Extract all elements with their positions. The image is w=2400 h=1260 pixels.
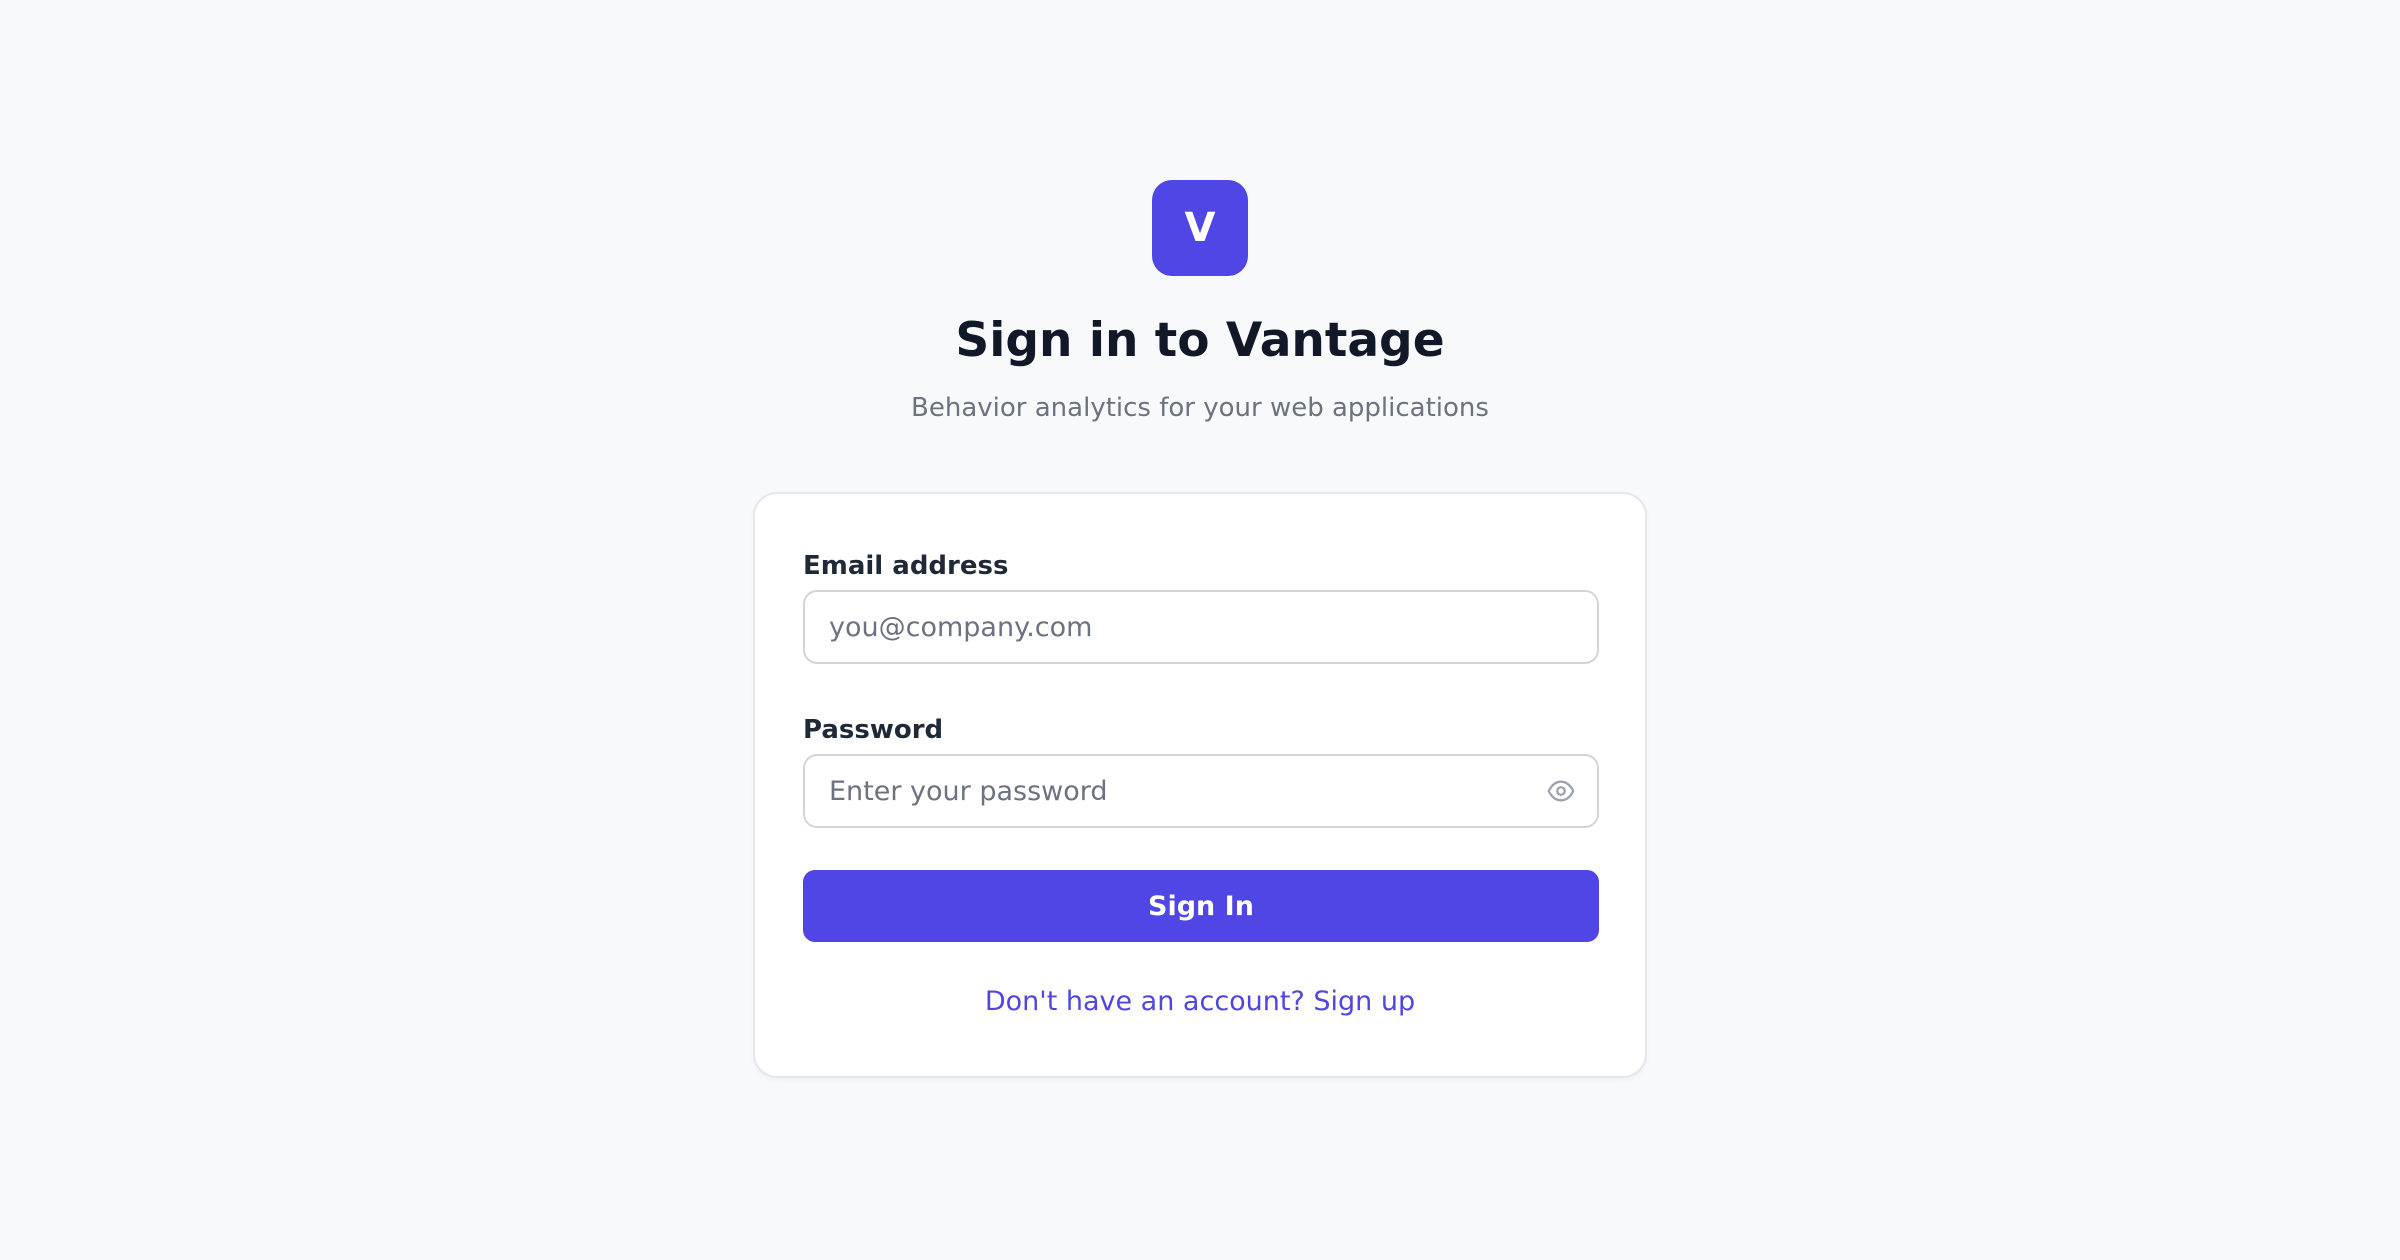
sign-in-card: Email address Password Sign In Don't hav… xyxy=(753,492,1647,1078)
password-input[interactable] xyxy=(805,756,1597,826)
page-subtitle: Behavior analytics for your web applicat… xyxy=(911,393,1489,423)
brand-logo: V xyxy=(1152,180,1248,276)
email-label: Email address xyxy=(803,551,1009,581)
eye-icon[interactable] xyxy=(1545,777,1577,805)
sign-up-link[interactable]: Don't have an account? Sign up xyxy=(755,984,1645,1020)
password-label: Password xyxy=(803,715,944,745)
password-field-wrapper xyxy=(803,754,1599,828)
sign-in-button[interactable]: Sign In xyxy=(803,870,1599,942)
page-title: Sign in to Vantage xyxy=(955,313,1445,368)
email-input[interactable] xyxy=(805,592,1597,662)
email-field-wrapper xyxy=(803,590,1599,664)
logo-letter: V xyxy=(1184,205,1216,251)
